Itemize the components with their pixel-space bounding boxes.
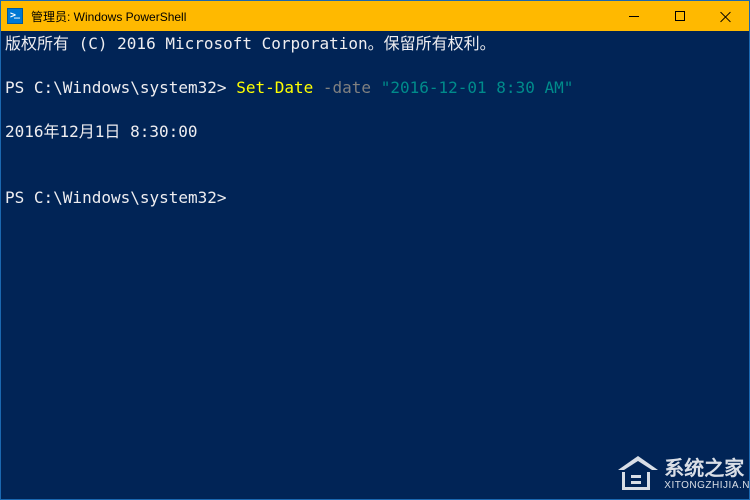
powershell-icon (7, 8, 23, 24)
minimize-button[interactable] (611, 1, 657, 31)
prompt-path-2: PS C:\Windows\system32> (5, 188, 227, 207)
command-param: -date (323, 78, 371, 97)
copyright-line: 版权所有 (C) 2016 Microsoft Corporation。保留所有… (5, 34, 496, 53)
command-output: 2016年12月1日 8:30:00 (5, 122, 198, 141)
prompt-path: PS C:\Windows\system32> (5, 78, 236, 97)
terminal-area[interactable]: 版权所有 (C) 2016 Microsoft Corporation。保留所有… (1, 31, 749, 499)
window-controls (611, 1, 749, 31)
maximize-icon (675, 11, 685, 21)
close-icon (720, 10, 732, 22)
command-name: Set-Date (236, 78, 313, 97)
command-arg: "2016-12-01 8:30 AM" (381, 78, 574, 97)
powershell-window: 管理员: Windows PowerShell 版权所有 (C) 2016 Mi… (0, 0, 750, 500)
close-button[interactable] (703, 1, 749, 31)
titlebar[interactable]: 管理员: Windows PowerShell (1, 1, 749, 31)
maximize-button[interactable] (657, 1, 703, 31)
window-title: 管理员: Windows PowerShell (31, 8, 611, 25)
minimize-icon (629, 16, 639, 17)
